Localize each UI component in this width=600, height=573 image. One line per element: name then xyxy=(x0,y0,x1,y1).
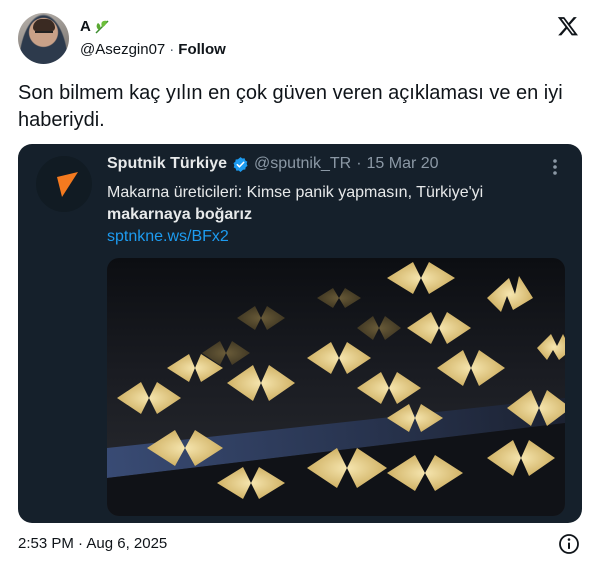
sputnik-avatar[interactable] xyxy=(36,156,92,212)
leaf-icon xyxy=(95,19,109,34)
post-timestamp[interactable]: 2:53 PM · Aug 6, 2025 xyxy=(18,535,167,552)
quoted-handle[interactable]: @sputnik_TR xyxy=(254,155,351,173)
quoted-header: Sputnik Türkiye @sputnik_TR · 15 Mar 20 xyxy=(107,155,439,173)
pasta-illustration xyxy=(107,262,565,516)
avatar[interactable] xyxy=(18,13,69,64)
author-handle[interactable]: @Asezgin07 xyxy=(80,41,165,58)
sputnik-logo-icon xyxy=(57,172,78,197)
tweet-text: Son bilmem kaç yılın en çok güven veren … xyxy=(18,82,563,131)
author-name[interactable]: A xyxy=(80,18,110,35)
avatar-glasses xyxy=(35,31,53,36)
author-display-name[interactable]: A xyxy=(80,18,91,35)
quoted-tweet-card[interactable]: Sputnik Türkiye @sputnik_TR · 15 Mar 20 … xyxy=(18,144,582,523)
separator-dot: · xyxy=(169,41,175,58)
pasta-photo[interactable] xyxy=(107,258,565,516)
quoted-separator: · xyxy=(356,155,362,172)
more-options-icon[interactable] xyxy=(552,158,558,176)
quoted-date[interactable]: 15 Mar 20 xyxy=(367,155,439,173)
x-logo-icon[interactable] xyxy=(557,15,579,37)
author-handle-row: @Asezgin07 · Follow xyxy=(80,41,226,58)
follow-button[interactable]: Follow xyxy=(178,41,226,58)
tweet-header: A @Asezgin07 · Follow xyxy=(18,13,582,65)
avatar-hair xyxy=(33,19,55,31)
quoted-author-name[interactable]: Sputnik Türkiye xyxy=(107,155,227,173)
info-icon[interactable] xyxy=(558,533,580,555)
quoted-link[interactable]: sptnkne.ws/BFx2 xyxy=(107,228,229,246)
quoted-text-bold: makarnaya boğarız xyxy=(107,206,252,223)
quoted-text-plain: Makarna üreticileri: Kimse panik yapması… xyxy=(107,184,484,201)
quoted-text: Makarna üreticileri: Kimse panik yapması… xyxy=(107,182,547,226)
verified-badge-icon xyxy=(233,156,248,172)
